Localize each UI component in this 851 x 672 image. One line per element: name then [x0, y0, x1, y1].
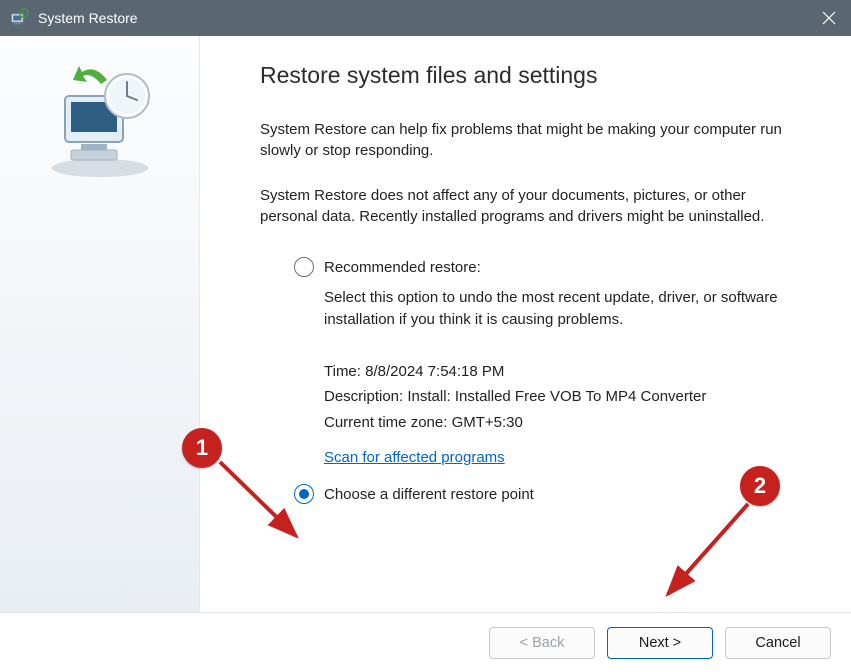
restore-illustration-icon [35, 66, 165, 181]
annotation-arrow-2 [652, 498, 762, 608]
close-icon[interactable] [807, 0, 851, 36]
window-title: System Restore [38, 10, 807, 26]
next-button[interactable]: Next > [607, 627, 713, 659]
description-label: Description: [324, 388, 403, 405]
radio-button-icon [294, 257, 314, 277]
timezone-label: Current time zone: [324, 414, 447, 431]
wizard-footer: < Back Next > Cancel [0, 612, 851, 672]
description-value: Install: Installed Free VOB To MP4 Conve… [407, 388, 706, 405]
page-title: Restore system files and settings [260, 62, 801, 89]
time-label: Time: [324, 363, 361, 380]
intro-text-2: System Restore does not affect any of yo… [260, 185, 800, 227]
radio-recommended-restore[interactable]: Recommended restore: [294, 257, 801, 277]
recommended-restore-label: Recommended restore: [324, 259, 481, 276]
wizard-sidebar [0, 36, 200, 612]
back-button: < Back [489, 627, 595, 659]
choose-different-label: Choose a different restore point [324, 486, 534, 503]
cancel-button[interactable]: Cancel [725, 627, 831, 659]
time-value: 8/8/2024 7:54:18 PM [365, 363, 504, 380]
intro-text-1: System Restore can help fix problems tha… [260, 119, 800, 161]
recommended-restore-description: Select this option to undo the most rece… [324, 287, 801, 331]
scan-affected-programs-link[interactable]: Scan for affected programs [324, 449, 505, 466]
titlebar: System Restore [0, 0, 851, 36]
system-restore-icon [8, 7, 30, 29]
annotation-arrow-1 [214, 456, 314, 550]
timezone-value: GMT+5:30 [452, 414, 523, 431]
restore-point-details: Time: 8/8/2024 7:54:18 PM Description: I… [324, 359, 801, 436]
